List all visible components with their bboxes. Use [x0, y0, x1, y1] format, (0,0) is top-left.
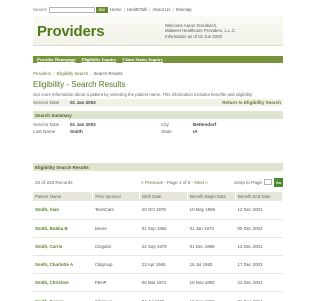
- benefit-end-date: 22 Dec 2001: [235, 273, 283, 293]
- jump-go-button[interactable]: Go: [274, 177, 283, 187]
- summary-value: Smith: [70, 129, 83, 134]
- birth-date: 01 Sep 1955: [139, 219, 188, 238]
- table-row: Smith, Carrie Cingular 22 Sep 1978 01 De…: [33, 237, 283, 257]
- breadcrumb-separator: ›: [53, 71, 55, 76]
- separator: |: [172, 7, 174, 12]
- search-input[interactable]: [48, 6, 95, 13]
- summary-value: Bettendorf: [193, 122, 217, 127]
- table-row: Smith, Bubba B Deere 01 Sep 1955 01 Jan …: [33, 219, 283, 238]
- table-row: Smith, Charlotte A Citigroup 23 Apr 1965…: [33, 255, 283, 275]
- return-to-search-link[interactable]: Return to Eligibility Search: [222, 100, 281, 105]
- patient-name-link[interactable]: Smith, Alan: [33, 201, 93, 220]
- column-header-benefit-begin[interactable]: Benefit Begin Date: [187, 192, 237, 201]
- service-date-value: 01 Jan 2002: [70, 100, 96, 105]
- utility-bar: Search GO! Home | HealthTalk | About Us …: [33, 5, 283, 14]
- info-date: Information as of 02 Jun 2003: [165, 33, 222, 39]
- table-row: Smith, Alan TeenCare 20 Oct 1978 10 May …: [33, 201, 283, 220]
- service-date-row: Service Date 01 Jan 2002 Return to Eligi…: [33, 99, 283, 106]
- search-summary-header: Search Summary: [33, 111, 283, 119]
- nav-claim-status-inquiry[interactable]: Claim Status Inquiry: [122, 57, 163, 62]
- summary-label: State: [161, 129, 172, 134]
- welcome-message: Welcome Aaron Donabach, Midwest Healthca…: [165, 23, 236, 39]
- utility-links: Home | HealthTalk | About Us | Sitemap: [110, 7, 192, 12]
- sitemap-link[interactable]: Sitemap: [176, 7, 192, 12]
- column-header-birth-date[interactable]: Birth Date: [139, 192, 189, 201]
- patient-name-link[interactable]: Smith, Carrie: [33, 237, 93, 257]
- patient-name-link[interactable]: Smith, Darren: [33, 291, 93, 301]
- benefit-end-date: 17 Dec 2003: [235, 255, 283, 275]
- breadcrumb: Providers › Eligibility Search › Search Resu…: [33, 71, 123, 76]
- summary-row: Service Date 01 Jan 2002 City Bettendorf: [33, 121, 283, 128]
- nav-provider-homepage[interactable]: Provider Homepage: [37, 57, 75, 62]
- plan-sponsor: Citigroup: [92, 291, 140, 301]
- page-header: Providers Welcome Aaron Donabach, Midwes…: [33, 16, 283, 46]
- plan-sponsor: TeenCare: [92, 201, 140, 220]
- search-label: Search: [33, 7, 47, 12]
- benefit-begin-date: 01 Dec 1986: [187, 237, 236, 257]
- benefit-end-date: 12 Dec 2001: [235, 201, 283, 220]
- next-page-link[interactable]: Next >: [195, 180, 208, 185]
- results-table: Patient Name Plan Sponsor Birth Date Ben…: [33, 192, 283, 301]
- intro-text: Get more information about a patient by …: [33, 92, 253, 97]
- results-toolbar: 25 of 233 Records < Previous - Page 1 of…: [33, 176, 283, 188]
- benefit-begin-date: 18 Sep 1993: [187, 291, 236, 301]
- search-summary: Service Date 01 Jan 2002 City Bettendorf…: [33, 121, 283, 135]
- birth-date: 06 Mar 1972: [139, 273, 188, 293]
- benefit-begin-date: 10 May 1996: [187, 201, 236, 220]
- summary-row: Last Name Smith State IA: [33, 128, 283, 135]
- birth-date: 04 Jul 1969: [139, 291, 188, 301]
- page-info: - Page 1 of 6 -: [164, 179, 194, 185]
- results-header: Eligibility Search Results: [33, 163, 283, 171]
- nav-eligibility-inquiry[interactable]: Eligibility Inquiry: [81, 57, 116, 62]
- about-us-link[interactable]: About Us: [152, 7, 170, 12]
- record-count: 25 of 233 Records: [35, 179, 73, 185]
- previous-page-link[interactable]: < Previous: [141, 180, 163, 185]
- plan-sponsor: Deere: [92, 219, 140, 238]
- pagination: < Previous - Page 1 of 6 - Next >: [141, 180, 208, 185]
- jump-to-page-input[interactable]: [264, 179, 272, 185]
- summary-label: Last Name: [33, 129, 56, 134]
- column-header-benefit-end[interactable]: Benefit End Date: [235, 192, 283, 201]
- breadcrumb-separator: ›: [90, 71, 92, 76]
- jump-to-page: Jump to Page: [234, 179, 272, 185]
- summary-label: Service Date: [33, 122, 60, 127]
- benefit-end-date: 13 Dec 2001: [235, 237, 283, 257]
- column-header-plan-sponsor[interactable]: Plan Sponsor: [92, 192, 141, 201]
- patient-name-link[interactable]: Smith, Christine: [33, 273, 93, 293]
- breadcrumb-eligibility-search[interactable]: Eligibility Search: [57, 71, 89, 76]
- providers-logo[interactable]: Providers: [37, 23, 105, 40]
- benefit-end-date: 05 Dec 2002: [235, 219, 283, 238]
- page-title: Eligibility - Search Results: [33, 80, 126, 89]
- birth-date: 20 Oct 1978: [139, 201, 188, 220]
- breadcrumb-current: Search Results: [93, 71, 123, 76]
- plan-sponsor: Citigroup: [92, 255, 140, 275]
- birth-date: 22 Sep 1978: [139, 237, 188, 257]
- service-date-label: Service Date: [33, 100, 60, 105]
- main-nav: Provider Homepage Eligibility Inquiry Cl…: [33, 56, 283, 63]
- birth-date: 23 Apr 1965: [139, 255, 188, 275]
- separator: |: [149, 7, 151, 12]
- table-row: Smith, Darren Citigroup 04 Jul 1969 18 S…: [33, 291, 283, 301]
- summary-label: City: [161, 122, 169, 127]
- patient-name-link[interactable]: Smith, Bubba B: [33, 219, 93, 238]
- benefit-begin-date: 01 Jan 1974: [187, 219, 236, 238]
- summary-value: 01 Jan 2002: [70, 122, 96, 127]
- column-header-patient-name[interactable]: Patient Name: [33, 192, 94, 201]
- jump-to-page-label: Jump to Page: [233, 179, 262, 185]
- plan-sponsor: Cingular: [92, 237, 140, 257]
- benefit-begin-date: 16 Jul 1983: [187, 255, 236, 275]
- separator: |: [123, 7, 125, 12]
- plan-sponsor: FBHP: [92, 273, 140, 293]
- benefit-begin-date: 19 Nov 1992: [187, 273, 236, 293]
- table-header-row: Patient Name Plan Sponsor Birth Date Ben…: [33, 192, 283, 201]
- benefit-end-date: 01 Dec 2004: [235, 291, 283, 301]
- breadcrumb-providers[interactable]: Providers: [33, 71, 51, 76]
- search-go-button[interactable]: GO!: [95, 6, 108, 13]
- healthtalk-link[interactable]: HealthTalk: [127, 7, 148, 12]
- patient-name-link[interactable]: Smith, Charlotte A: [33, 255, 93, 275]
- table-row: Smith, Christine FBHP 06 Mar 1972 19 Nov…: [33, 273, 283, 293]
- home-link[interactable]: Home: [110, 7, 122, 12]
- summary-value: IA: [193, 129, 198, 134]
